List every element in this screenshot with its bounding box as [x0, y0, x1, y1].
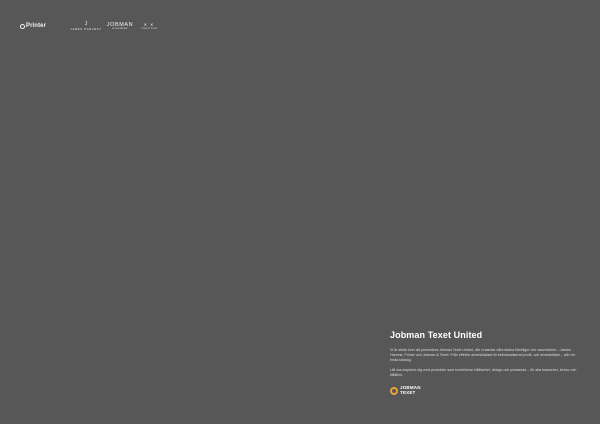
lindstrom-logo: ✕ ✕ LINDSTRÖM: [138, 22, 160, 31]
james-harvest-logo: J JAMES HARVEST: [70, 20, 102, 31]
jobman-logo-text: WORKWEAR: [112, 27, 128, 30]
brand-circle-icon: [390, 386, 398, 395]
james-harvest-logo-mark: J: [84, 20, 88, 27]
brand-line-2: TEXET: [400, 389, 416, 395]
lindstrom-logo-text: LINDSTRÖM: [140, 27, 158, 30]
james-harvest-logo-text: JAMES HARVEST: [70, 27, 102, 31]
partner-logos: Printer J JAMES HARVEST JOBMAN WORKWEAR …: [20, 19, 160, 33]
lindstrom-logo-mark: ✕ ✕: [143, 21, 155, 27]
printer-logo-text: Printer: [26, 23, 47, 29]
intro-paragraph-2: Låt oss inspirera dig med produkter som …: [390, 368, 577, 377]
printer-logo: Printer: [20, 23, 48, 29]
printer-logo-icon: [20, 23, 25, 29]
intro-paragraph-1: Vi är stolta över att presentera Jobman …: [390, 348, 576, 362]
jobman-logo: JOBMAN WORKWEAR: [107, 22, 133, 31]
jobman-texet-brand-logo: JOBMAN TEXET: [390, 385, 421, 395]
intro-block: Jobman Texet United Vi är stolta över at…: [390, 330, 580, 383]
intro-title: Jobman Texet United: [390, 330, 483, 340]
